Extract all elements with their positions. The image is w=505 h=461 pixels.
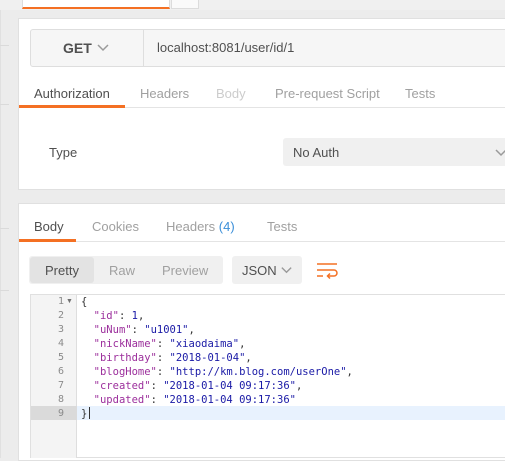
json-key: "birthday" bbox=[93, 352, 157, 364]
tab-response-body[interactable]: Body bbox=[34, 219, 64, 234]
code-line: "created": "2018-01-04 09:17:36", bbox=[93, 380, 303, 392]
code-line: { bbox=[81, 296, 88, 308]
json-value: "http://km.blog.com/userOne" bbox=[169, 366, 347, 378]
top-tab-strip bbox=[0, 0, 505, 10]
line-number: 2 bbox=[57, 310, 64, 321]
raw-button[interactable]: Raw bbox=[109, 263, 135, 278]
line-number: 9 bbox=[57, 408, 64, 419]
tab-cookies[interactable]: Cookies bbox=[92, 219, 139, 234]
chevron-down-icon bbox=[495, 149, 505, 157]
line-number: 3 bbox=[57, 324, 64, 335]
tab-pre-request-script[interactable]: Pre-request Script bbox=[275, 86, 380, 101]
wrap-lines-icon[interactable] bbox=[312, 256, 342, 284]
left-panel-divider bbox=[0, 45, 9, 46]
tab-authorization[interactable]: Authorization bbox=[34, 86, 110, 101]
code-line: "nickName": "xiaodaima", bbox=[93, 338, 246, 350]
tab-response-headers[interactable]: Headers (4) bbox=[166, 219, 235, 234]
line-number: 5 bbox=[57, 352, 64, 363]
left-panel-divider bbox=[0, 104, 9, 105]
left-panel-edge bbox=[0, 10, 1, 458]
active-tab-indicator bbox=[19, 105, 125, 108]
auth-type-label: Type bbox=[49, 145, 78, 160]
code-line: "id": 1, bbox=[93, 310, 145, 322]
code-line: "blogHome": "http://km.blog.com/userOne"… bbox=[93, 366, 353, 378]
url-input[interactable]: localhost:8081/user/id/1 bbox=[157, 40, 294, 55]
json-value: "u1001" bbox=[144, 324, 189, 336]
json-value: "2018-01-04 09:17:36" bbox=[163, 380, 296, 392]
line-number: 4 bbox=[57, 338, 64, 349]
auth-type-value: No Auth bbox=[293, 145, 340, 160]
json-key: "created" bbox=[93, 380, 151, 392]
left-panel-divider bbox=[0, 290, 9, 291]
fold-arrow-icon[interactable]: ▼ bbox=[66, 295, 73, 309]
code-line: "uNum": "u1001", bbox=[93, 324, 195, 336]
format-value: JSON bbox=[242, 263, 277, 278]
code-line: "updated": "2018-01-04 09:17:36" bbox=[93, 394, 296, 406]
line-number: 8 bbox=[57, 394, 64, 405]
tab-tests[interactable]: Tests bbox=[405, 86, 435, 101]
json-key: "blogHome" bbox=[93, 366, 157, 378]
text-cursor bbox=[89, 407, 90, 419]
method-label: GET bbox=[63, 40, 92, 56]
json-value: "2018-01-04" bbox=[169, 352, 246, 364]
line-number: 6 bbox=[57, 366, 64, 377]
new-tab-button[interactable] bbox=[171, 0, 199, 9]
line-number: 7 bbox=[57, 380, 64, 391]
pretty-button[interactable]: Pretty bbox=[45, 263, 79, 278]
code-line: } bbox=[81, 408, 88, 420]
code-line: "birthday": "2018-01-04", bbox=[93, 352, 252, 364]
active-request-tab[interactable] bbox=[22, 0, 170, 9]
chevron-down-icon bbox=[281, 267, 292, 274]
preview-button[interactable]: Preview bbox=[162, 263, 208, 278]
json-value: "xiaodaima" bbox=[169, 338, 240, 350]
json-value: "2018-01-04 09:17:36" bbox=[163, 394, 296, 406]
chevron-down-icon bbox=[97, 44, 109, 52]
json-key: "id" bbox=[93, 310, 119, 322]
tab-headers[interactable]: Headers bbox=[140, 86, 189, 101]
current-line-highlight bbox=[77, 406, 505, 420]
json-value: 1 bbox=[131, 310, 138, 322]
json-key: "updated" bbox=[93, 394, 151, 406]
json-key: "nickName" bbox=[93, 338, 157, 350]
tab-response-tests[interactable]: Tests bbox=[267, 219, 297, 234]
tab-response-headers-label: Headers bbox=[166, 219, 216, 234]
active-tab-indicator bbox=[19, 239, 76, 242]
headers-count-badge: (4) bbox=[218, 219, 235, 234]
line-number: 1 bbox=[57, 296, 64, 307]
tab-divider bbox=[19, 241, 505, 242]
left-panel-divider bbox=[0, 228, 9, 229]
json-key: "uNum" bbox=[93, 324, 132, 336]
tab-body[interactable]: Body bbox=[216, 86, 246, 101]
